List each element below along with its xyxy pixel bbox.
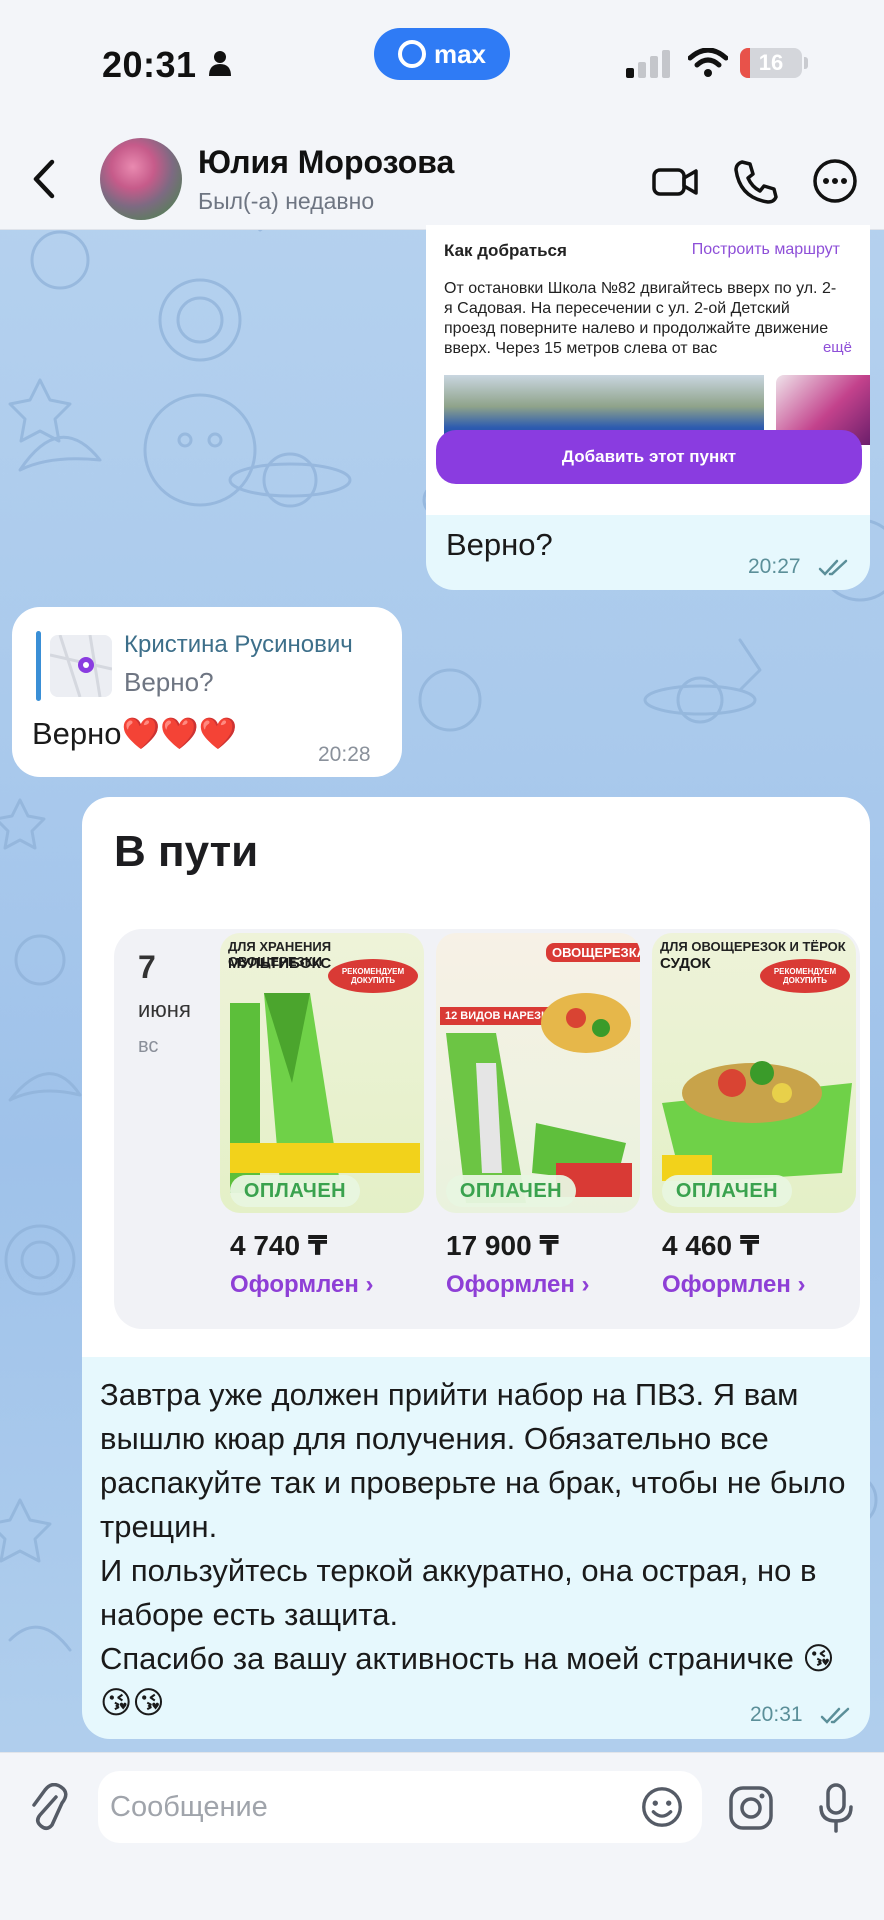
message-text: Верно❤️❤️❤️ [32, 716, 238, 751]
phone-icon[interactable] [730, 156, 780, 206]
back-icon[interactable] [26, 154, 60, 204]
battery-nub [804, 57, 808, 69]
message-order-text[interactable]: Завтра уже должен прийти набор на ПВЗ. Я… [82, 1357, 870, 1739]
order-date-weekday: вс [138, 1035, 159, 1057]
more-icon[interactable] [810, 156, 860, 206]
attach-icon[interactable] [28, 1783, 68, 1833]
message-composer [0, 1752, 884, 1920]
chat-header: Юлия Морозова Был(-а) недавно [0, 130, 884, 230]
max-app-pill[interactable]: max [374, 28, 510, 80]
message-reply[interactable]: Кристина Русинович Верно? Верно❤️❤️❤️ 20… [12, 607, 402, 777]
message-text: Верно? [446, 527, 553, 562]
message-time: 20:27 [748, 555, 801, 578]
max-label: max [433, 38, 487, 69]
message-text: Завтра уже должен прийти набор на ПВЗ. Я… [100, 1377, 846, 1720]
message-time: 20:28 [318, 743, 371, 766]
status-time: 20:31 [102, 44, 197, 85]
location-directions: От остановки Школа №82 двигайтесь вверх … [444, 280, 837, 357]
location-card: Как добраться Построить маршрут От остан… [426, 225, 870, 590]
quoted-author: Кристина Русинович [124, 631, 353, 658]
reply-bar [36, 631, 41, 701]
paid-badge: ОПЛАЧЕН [446, 1175, 576, 1207]
storage-box-illustration [230, 993, 420, 1193]
product-image: ДЛЯ ХРАНЕНИЯ ОВОЩЕРЕЗКИ МУЛЬТИБОКС РЕКОМ… [220, 933, 424, 1213]
contact-status: Был(-а) недавно [198, 188, 375, 214]
product-image: ДЛЯ ОВОЩЕРЕЗОК И ТЁРОК СУДОК РЕКОМЕНДУЕМ… [652, 933, 856, 1213]
emoji-icon[interactable] [638, 1783, 686, 1831]
battery-level: 16 [758, 50, 784, 75]
product-status-link[interactable]: Оформлен › [446, 1271, 590, 1299]
message-input-wrap [98, 1771, 702, 1843]
reply-map-thumbnail [50, 635, 112, 697]
read-ticks-icon [818, 559, 848, 576]
battery-indicator: 16 [740, 48, 802, 78]
camera-icon[interactable] [726, 1783, 776, 1833]
product-price: 4 740 ₸ [230, 1230, 328, 1261]
container-illustration [662, 1061, 852, 1183]
message-input[interactable] [110, 1771, 610, 1843]
max-logo-icon [397, 40, 426, 68]
person-icon [209, 51, 231, 76]
product-status-link[interactable]: Оформлен › [230, 1271, 374, 1299]
order-card[interactable]: В пути 7 июня вс ДЛЯ ХРАНЕНИЯ ОВОЩЕРЕЗКИ… [82, 797, 870, 1357]
product-status-link[interactable]: Оформлен › [662, 1271, 806, 1299]
order-items-panel: 7 июня вс ДЛЯ ХРАНЕНИЯ ОВОЩЕРЕЗКИ МУЛЬТИ… [114, 929, 860, 1329]
add-point-button[interactable]: Добавить этот пункт [436, 430, 862, 484]
build-route-link[interactable]: Построить маршрут [692, 241, 840, 259]
order-date-month: июня [138, 997, 191, 1022]
contact-name[interactable]: Юлия Морозова [198, 144, 454, 181]
read-ticks-icon [820, 1707, 850, 1724]
product-price: 4 460 ₸ [662, 1230, 760, 1261]
order-status-title: В пути [114, 827, 259, 876]
contact-avatar[interactable] [100, 138, 182, 220]
status-bar: 20:31 max 16 [0, 0, 884, 130]
order-product[interactable]: ОВОЩЕРЕЗКА 12 ВИДОВ НАРЕЗКИ ОПЛАЧЕН 17 9… [436, 933, 640, 1298]
order-product[interactable]: ДЛЯ ОВОЩЕРЕЗОК И ТЁРОК СУДОК РЕКОМЕНДУЕМ… [652, 933, 856, 1298]
product-price: 17 900 ₸ [446, 1230, 559, 1261]
paid-badge: ОПЛАЧЕН [230, 1175, 360, 1207]
cellular-signal-icon [626, 50, 670, 78]
paid-badge: ОПЛАЧЕН [662, 1175, 792, 1207]
location-title: Как добраться [444, 241, 567, 260]
order-product[interactable]: ДЛЯ ХРАНЕНИЯ ОВОЩЕРЕЗКИ МУЛЬТИБОКС РЕКОМ… [220, 933, 424, 1298]
video-call-icon[interactable] [650, 156, 700, 206]
microphone-icon[interactable] [816, 1781, 856, 1835]
quoted-text: Верно? [124, 667, 214, 697]
show-more-link[interactable]: ещё [818, 339, 852, 356]
slicer-illustration [446, 993, 632, 1203]
message-time: 20:31 [750, 1703, 803, 1726]
wifi-icon [688, 48, 728, 77]
product-image: ОВОЩЕРЕЗКА 12 ВИДОВ НАРЕЗКИ ОПЛАЧЕН [436, 933, 640, 1213]
order-date-day: 7 [138, 949, 156, 985]
map-thumbnail-icon [50, 635, 112, 697]
